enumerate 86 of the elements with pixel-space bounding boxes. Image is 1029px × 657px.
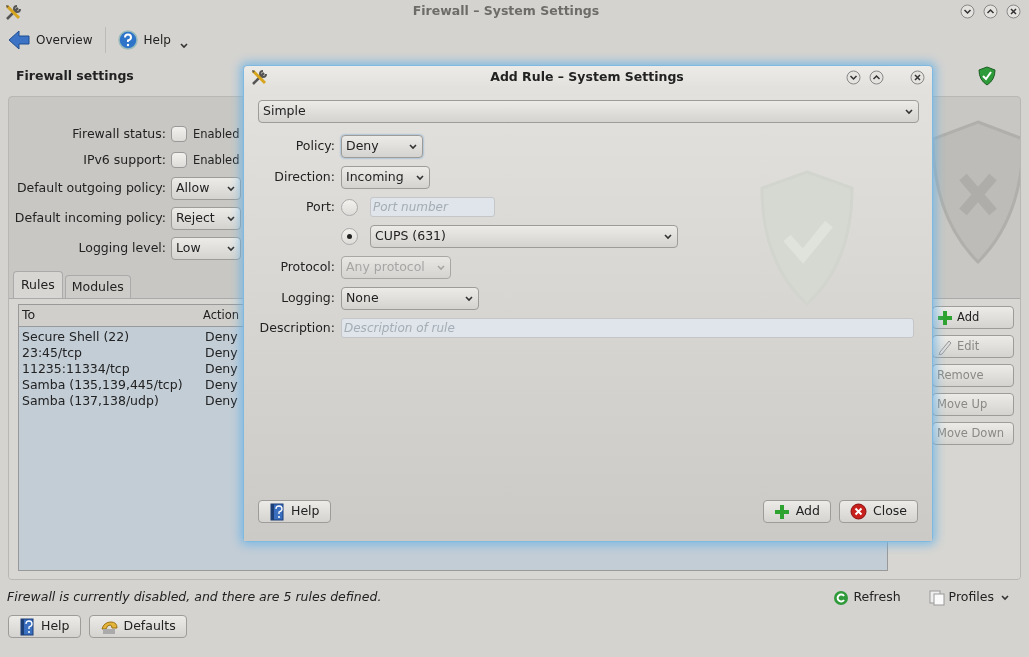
plus-icon bbox=[773, 503, 790, 520]
help-button[interactable]: Help bbox=[258, 500, 331, 523]
table-cell-text: Deny bbox=[204, 360, 238, 378]
chevron-down-icon bbox=[663, 232, 673, 241]
help-book-icon bbox=[269, 502, 285, 521]
field-label: Logging level: bbox=[77, 238, 166, 257]
close-icon bbox=[1006, 4, 1021, 19]
table-cell-text: Samba (137,138/udp) bbox=[21, 392, 160, 410]
chevron-down-icon bbox=[436, 263, 446, 272]
dropdown[interactable]: CUPS (631) bbox=[370, 225, 678, 248]
refresh-icon bbox=[833, 589, 850, 606]
field-label: Firewall status: bbox=[71, 125, 166, 143]
field-label: Port: bbox=[305, 197, 335, 216]
chevron-down-icon bbox=[226, 213, 236, 223]
table-cell-text: Deny bbox=[204, 392, 238, 410]
close-button[interactable]: Close bbox=[838, 500, 918, 523]
defaults-button[interactable]: Defaults bbox=[88, 615, 187, 638]
chevron-down-icon bbox=[408, 142, 418, 151]
checkbox[interactable] bbox=[171, 126, 187, 143]
side-button[interactable]: Add bbox=[932, 306, 1014, 329]
tab[interactable]: Modules bbox=[64, 275, 131, 298]
chevron-down-icon bbox=[178, 41, 189, 50]
help-button[interactable]: Help bbox=[8, 615, 81, 638]
field-label: IPv6 support: bbox=[82, 150, 166, 169]
table-cell-text: 23:45/tcp bbox=[21, 343, 83, 362]
column-header: To bbox=[21, 306, 37, 325]
checkbox-label: Enabled bbox=[193, 151, 240, 169]
profiles-button[interactable]: Profiles bbox=[928, 588, 1010, 607]
description-field[interactable]: Description of rule bbox=[341, 318, 914, 338]
close-icon bbox=[849, 503, 867, 520]
radio-button[interactable] bbox=[341, 228, 358, 245]
status-text: Firewall is currently disabled, and there are 5 rules defined. bbox=[7, 588, 382, 607]
field-label: Default incoming policy: bbox=[14, 208, 166, 227]
field-label: Direction: bbox=[273, 168, 335, 187]
undo-arrow-icon bbox=[99, 618, 118, 635]
dropdown[interactable]: Allow bbox=[171, 176, 241, 200]
documents-icon bbox=[928, 589, 945, 606]
window-title: Firewall – System Settings bbox=[412, 2, 600, 21]
maximize-icon bbox=[869, 69, 884, 85]
close-icon bbox=[910, 69, 925, 85]
dropdown[interactable]: Reject bbox=[171, 206, 241, 230]
field-label: Logging: bbox=[280, 289, 335, 308]
field-label: Default outgoing policy: bbox=[15, 178, 166, 197]
column-header: Action bbox=[202, 306, 240, 324]
chevron-down-icon bbox=[226, 243, 236, 253]
add-button[interactable]: Add bbox=[762, 500, 831, 523]
port-number-field[interactable]: Port number bbox=[370, 197, 495, 217]
chevron-down-icon bbox=[464, 294, 474, 303]
maximize-icon bbox=[983, 4, 998, 19]
dropdown[interactable]: None bbox=[341, 287, 479, 310]
plus-icon bbox=[937, 309, 953, 326]
dialog-title: Add Rule – System Settings bbox=[490, 67, 684, 86]
chevron-down-icon bbox=[904, 107, 914, 116]
overview-button[interactable]: Overview bbox=[8, 29, 93, 50]
chevron-down-icon bbox=[415, 173, 425, 182]
chevron-down-icon bbox=[1000, 593, 1010, 602]
tools-icon bbox=[250, 68, 268, 86]
field-label: Protocol: bbox=[279, 258, 335, 277]
pencil-icon bbox=[937, 338, 953, 355]
checkbox-label: Enabled bbox=[193, 125, 240, 143]
field-label: Description: bbox=[258, 318, 335, 337]
page-title: Firewall settings bbox=[16, 66, 134, 85]
minimize-icon bbox=[846, 69, 861, 85]
chevron-down-icon bbox=[226, 183, 236, 193]
dropdown[interactable]: Low bbox=[171, 236, 241, 260]
dropdown[interactable]: Deny bbox=[341, 135, 423, 158]
tools-icon bbox=[4, 2, 22, 21]
table-cell-text: 11235:11334/tcp bbox=[21, 360, 131, 378]
table-cell-text: Secure Shell (22) bbox=[21, 327, 131, 346]
table-cell-text: Deny bbox=[204, 376, 238, 394]
tab[interactable]: Rules bbox=[13, 271, 63, 298]
shield-check-icon bbox=[978, 66, 996, 86]
table-cell-text: Deny bbox=[204, 344, 238, 362]
minimize-icon bbox=[960, 4, 975, 19]
checkbox[interactable] bbox=[171, 152, 187, 169]
table-cell-text: Samba (135,139,445/tcp) bbox=[21, 376, 184, 394]
help-icon bbox=[117, 29, 138, 50]
back-arrow-icon bbox=[8, 29, 30, 50]
refresh-button[interactable]: Refresh bbox=[833, 588, 901, 607]
radio-button[interactable] bbox=[341, 198, 358, 216]
help-book-icon bbox=[19, 617, 35, 636]
help-button[interactable]: Help bbox=[117, 29, 171, 50]
field-label: Policy: bbox=[294, 137, 335, 156]
dropdown[interactable]: Incoming bbox=[341, 166, 430, 189]
mode-dropdown[interactable]: Simple bbox=[258, 100, 919, 123]
table-cell-text: Deny bbox=[204, 327, 238, 346]
